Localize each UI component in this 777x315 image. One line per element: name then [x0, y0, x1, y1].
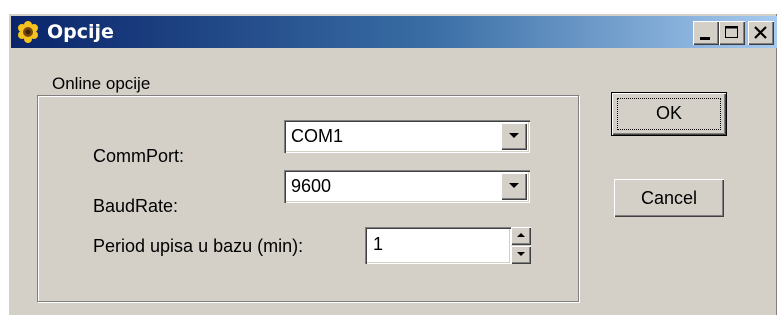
period-decrement-button[interactable]	[511, 246, 531, 264]
ok-button[interactable]: OK	[612, 93, 726, 135]
minimize-icon	[700, 37, 710, 40]
baudrate-select[interactable]: 9600	[284, 170, 530, 203]
title-bar[interactable]: Opcije	[11, 16, 777, 48]
period-label: Period upisa u bazu (min):	[93, 236, 304, 256]
close-icon	[754, 26, 767, 39]
maximize-button[interactable]	[719, 21, 745, 45]
baudrate-value: 9600	[291, 176, 332, 196]
sunflower-app-icon	[15, 20, 41, 44]
focus-rectangle	[617, 98, 721, 130]
period-value: 1	[373, 234, 384, 254]
close-button[interactable]	[748, 21, 774, 45]
chevron-down-icon	[517, 252, 525, 256]
chevron-down-icon	[509, 133, 519, 138]
commport-label: CommPort:	[93, 146, 185, 166]
chevron-up-icon	[517, 233, 525, 237]
commport-select[interactable]: COM1	[284, 120, 530, 153]
commport-dropdown-button[interactable]	[501, 123, 527, 150]
chevron-down-icon	[509, 183, 519, 188]
period-increment-button[interactable]	[511, 227, 531, 245]
group-label: Online opcije	[50, 74, 153, 94]
cancel-button-label: Cancel	[640, 188, 698, 208]
window-title: Opcije	[47, 21, 114, 43]
cancel-button[interactable]: Cancel	[614, 179, 724, 217]
commport-value: COM1	[291, 126, 344, 146]
baudrate-dropdown-button[interactable]	[501, 173, 527, 200]
options-dialog: Opcije Online opcije CommPort: COM1 Baud…	[8, 13, 777, 315]
period-input[interactable]: 1	[365, 227, 511, 264]
maximize-icon	[725, 26, 738, 38]
baudrate-label: BaudRate:	[93, 196, 179, 216]
minimize-button[interactable]	[693, 21, 719, 45]
